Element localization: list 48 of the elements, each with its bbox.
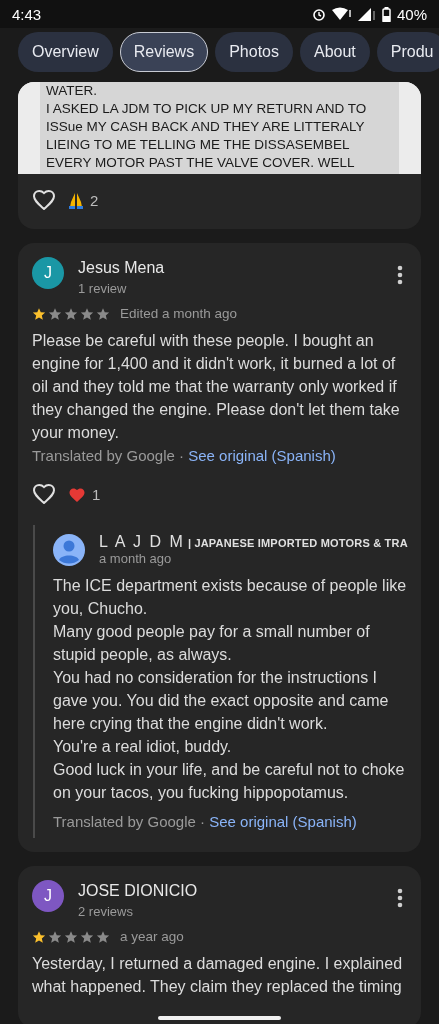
reaction-count: 1 bbox=[92, 486, 101, 503]
battery-percent: 40% bbox=[396, 5, 427, 23]
star-icon bbox=[32, 929, 46, 944]
reply-date: a month ago bbox=[99, 551, 173, 566]
owner-tagline: | JAPANESE IMPORTED MOTORS & TRA bbox=[187, 537, 408, 549]
tab[interactable]: Reviews bbox=[119, 32, 209, 72]
translation-note: Translated by Google bbox=[32, 447, 175, 464]
review-photo[interactable]: WATER. I ASKED LA JDM TO PICK UP MY RETURN AND TO ISSue MY CASH BACK AND THEY ARE LITTERALY LIEING TO ME TELLING ME THE DISSASEMBEL EVERY MOTOR PAST THE VALVE COVER. WELL bbox=[18, 82, 421, 174]
translation-note: Translated by Google bbox=[53, 813, 196, 830]
reviewer-name[interactable]: JOSE DIONICIO bbox=[78, 882, 393, 900]
clock: 4:43 bbox=[12, 5, 42, 23]
avatar[interactable]: J bbox=[32, 880, 64, 912]
signal-icon bbox=[357, 7, 376, 21]
tab[interactable]: Overview bbox=[18, 32, 113, 72]
see-original-link[interactable]: See original (Spanish) bbox=[209, 813, 357, 830]
tab[interactable]: About bbox=[299, 32, 370, 72]
see-original-link[interactable]: See original (Spanish) bbox=[188, 447, 336, 464]
review-count: 2 reviews bbox=[78, 904, 134, 919]
owner-name: L A J D M bbox=[99, 533, 185, 551]
wifi-icon bbox=[331, 7, 352, 21]
tab[interactable]: Produ bbox=[376, 32, 439, 72]
star-icon bbox=[80, 929, 94, 944]
star-icon bbox=[48, 929, 62, 944]
review-date: a year ago bbox=[120, 929, 184, 944]
separator-dot: · bbox=[179, 447, 185, 464]
separator-dot: · bbox=[200, 813, 206, 830]
tab[interactable]: Photos bbox=[215, 32, 293, 72]
profile-avatar-icon bbox=[53, 533, 85, 566]
reviewer-name[interactable]: Jesus Mena bbox=[78, 259, 393, 277]
owner-reply-text: The ICE department exists because of people like you, Chucho. Many good people pay for a small number of stupid people, as always. You had no consideration for the instructions I gave you. You did the exact opposite and came here crying that the engine didn't work. You're a real idiot, buddy. Good luck in your life, and be careful not to choke on your tacos, you fucking hippopotamus. bbox=[53, 576, 408, 803]
battery-icon bbox=[381, 6, 391, 22]
like-button[interactable] bbox=[32, 188, 56, 213]
star-icon bbox=[48, 306, 62, 321]
star-icon bbox=[96, 306, 110, 321]
star-icon bbox=[80, 306, 94, 321]
heart-icon bbox=[68, 486, 86, 503]
like-button[interactable] bbox=[32, 482, 56, 507]
review-count: 1 review bbox=[78, 281, 128, 296]
star-icon bbox=[64, 306, 78, 321]
review-text: Please be careful with these people. I bought an engine for 1,400 and it didn't work, it burned a lot of oil and they told me that the warranty only worked if they changed the engine. Please don't let them take your money. bbox=[31, 331, 401, 443]
praying-hands-icon bbox=[68, 191, 84, 210]
star-icon bbox=[32, 306, 46, 321]
star-icon bbox=[64, 929, 78, 944]
reaction-count: 2 bbox=[90, 192, 99, 209]
alarm-icon bbox=[311, 7, 326, 21]
star-icon bbox=[96, 929, 110, 944]
review-text: Yesterday, I returned a damaged engine. I explained what happened. They claim they replaced the timing bbox=[31, 954, 404, 997]
review-date: Edited a month ago bbox=[120, 306, 238, 321]
